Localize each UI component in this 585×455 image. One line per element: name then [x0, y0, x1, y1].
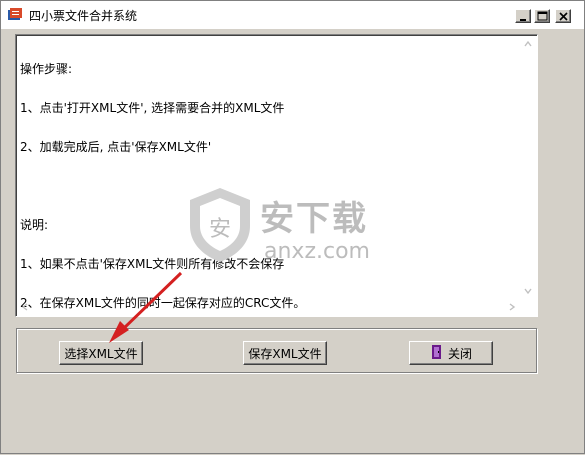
app-window: 四小票文件合并系统 操作步骤: 1、点击'打开XML文件', 选择需要合并的XM… — [0, 0, 585, 454]
select-xml-label: 选择XML文件 — [64, 346, 138, 361]
instruction-line: 1、点击'打开XML文件', 选择需要合并的XML文件 — [20, 101, 285, 115]
close-icon — [559, 12, 568, 21]
watermark-badge: 安 — [209, 217, 231, 242]
save-xml-label: 保存XML文件 — [248, 346, 322, 361]
maximize-button[interactable] — [534, 9, 550, 23]
minimize-icon — [520, 19, 526, 21]
instruction-line: 操作步骤: — [20, 62, 73, 76]
select-xml-button[interactable]: 选择XML文件 — [59, 341, 143, 365]
window-title: 四小票文件合并系统 — [29, 9, 138, 23]
instruction-line: 2、加载完成后, 点击'保存XML文件' — [20, 140, 212, 154]
scroll-up-icon[interactable] — [520, 36, 536, 52]
close-button[interactable]: 关闭 — [409, 341, 493, 365]
instruction-line: 2、在保存XML文件的同时一起保存对应的CRC文件。 — [20, 296, 306, 310]
title-bar[interactable]: 四小票文件合并系统 — [1, 1, 584, 29]
watermark-text: 安下载 — [260, 199, 368, 239]
scroll-left-icon[interactable] — [17, 299, 33, 315]
close-label: 关闭 — [447, 346, 472, 361]
minimize-button[interactable] — [515, 9, 531, 23]
app-icon — [7, 7, 23, 23]
close-window-button[interactable] — [555, 9, 571, 23]
door-exit-icon — [430, 344, 444, 363]
save-xml-button[interactable]: 保存XML文件 — [243, 341, 327, 365]
scroll-right-icon[interactable] — [504, 299, 520, 315]
watermark-shield-icon: 安 — [190, 188, 250, 262]
instructions-text: 操作步骤: 1、点击'打开XML文件', 选择需要合并的XML文件 2、加载完成… — [20, 37, 306, 316]
instruction-line: 1、如果不点击'保存XML文件则所有修改不会保存 — [20, 257, 285, 271]
watermark-subtext: anxz.com — [264, 239, 370, 264]
scroll-down-icon[interactable] — [520, 283, 536, 299]
instructions-textarea[interactable]: 操作步骤: 1、点击'打开XML文件', 选择需要合并的XML文件 2、加载完成… — [15, 34, 538, 317]
maximize-icon — [537, 11, 548, 21]
